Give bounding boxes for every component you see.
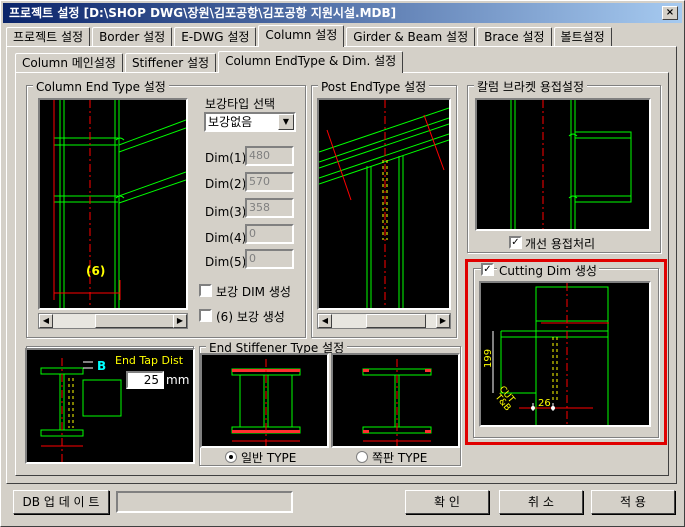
scroll-right-icon[interactable]: ▶	[173, 314, 187, 328]
weld-groove-label: 개선 용접처리	[525, 237, 596, 251]
reinforce-type-value: 보강없음	[208, 115, 253, 129]
stiffener-normal-radio[interactable]	[225, 451, 237, 463]
scroll-left-icon[interactable]: ◀	[318, 314, 332, 328]
main-tab-strip: 프로젝트 설정 Border 설정 E-DWG 설정 Column 설정 Gir…	[6, 25, 614, 47]
dim5-label: Dim(5)	[205, 255, 247, 269]
bracket-preview	[475, 98, 651, 231]
status-field	[116, 491, 293, 513]
scroll-thumb[interactable]	[95, 314, 175, 328]
apply-button[interactable]: 적 용	[591, 490, 675, 514]
reinforce-type-select[interactable]: 보강없음 ▼	[204, 112, 296, 132]
tab-bolt[interactable]: 볼트설정	[553, 27, 612, 47]
check-icon: ✓	[483, 264, 492, 275]
column-end-drawing: (6)	[53, 100, 186, 308]
stiffener-side-label: 쪽판 TYPE	[372, 451, 428, 465]
reinforce-6-checkbox[interactable]	[199, 309, 212, 322]
column-end-type-label: Column End Type 설정	[33, 78, 169, 95]
reinforce-dim-label: 보강 DIM 생성	[216, 285, 291, 299]
dim-26: 26	[538, 398, 551, 409]
marker-6: (6)	[86, 264, 105, 278]
tab-project[interactable]: 프로젝트 설정	[6, 27, 91, 47]
column-end-preview: (6)	[38, 98, 188, 310]
dim3-field[interactable]: 358	[245, 198, 294, 218]
dim1-label: Dim(1)	[205, 151, 247, 165]
tab-edwg[interactable]: E-DWG 설정	[174, 27, 257, 47]
cutting-dim-checkbox[interactable]: ✓	[481, 263, 494, 276]
end-tap-title: End Tap Dist	[115, 354, 184, 367]
db-update-button[interactable]: DB 업 데 이 트	[13, 490, 109, 514]
close-icon[interactable]: ×	[662, 6, 678, 20]
scroll-right-icon[interactable]: ▶	[436, 314, 450, 328]
stiffener-side-preview	[331, 353, 460, 448]
post-end-scrollbar[interactable]: ◀ ▶	[317, 313, 451, 329]
dim-199: 199	[483, 349, 494, 368]
chevron-down-icon[interactable]: ▼	[278, 114, 294, 130]
reinforce-type-label: 보강타입 선택	[205, 97, 276, 111]
dim2-label: Dim(2)	[205, 177, 247, 191]
stiffener-normal-preview	[200, 353, 329, 448]
stiffener-side-radio[interactable]	[356, 451, 368, 463]
dim1-field[interactable]: 480	[245, 146, 294, 166]
title-bar: 프로젝트 설정 [D:\SHOP DWG\장원\김포공항\김포공항 지원시설.M…	[3, 3, 682, 23]
tab-column-endtype[interactable]: Column EndType & Dim. 설정	[218, 51, 404, 73]
ok-button[interactable]: 확 인	[405, 490, 489, 514]
cutting-dim-drawing: 199 CUT T&B 26	[483, 283, 609, 425]
tab-border[interactable]: Border 설정	[92, 27, 173, 47]
reinforce-6-label: (6) 보강 생성	[216, 310, 285, 324]
dim3-label: Dim(3)	[205, 205, 247, 219]
reinforce-dim-checkbox[interactable]	[199, 284, 212, 297]
scroll-left-icon[interactable]: ◀	[39, 314, 53, 328]
tab-girder-beam[interactable]: Girder & Beam 설정	[346, 27, 476, 47]
dim2-field[interactable]: 570	[245, 172, 294, 192]
dim5-field[interactable]: 0	[245, 249, 294, 269]
bracket-weld-label: 칼럼 브라켓 용접설정	[474, 78, 587, 95]
dim4-field[interactable]: 0	[245, 224, 294, 244]
check-icon: ✓	[511, 237, 520, 248]
end-tap-input[interactable]: 25	[126, 371, 164, 389]
cutting-dim-preview: 199 CUT T&B 26	[479, 281, 651, 427]
cutting-dim-label: Cutting Dim 생성	[497, 262, 599, 279]
scroll-thumb[interactable]	[366, 314, 426, 328]
stiffener-normal-drawing	[231, 359, 301, 446]
post-end-drawing	[319, 100, 449, 308]
post-end-preview	[317, 98, 451, 310]
tab-column-main[interactable]: Column 메인설정	[15, 53, 123, 73]
stiffener-side-drawing	[362, 359, 432, 446]
dim4-label: Dim(4)	[205, 231, 247, 245]
tab-brace[interactable]: Brace 설정	[477, 27, 552, 47]
window-title: 프로젝트 설정 [D:\SHOP DWG\장원\김포공항\김포공항 지원시설.M…	[9, 6, 397, 20]
cancel-button[interactable]: 취 소	[499, 490, 583, 514]
settings-dialog: 프로젝트 설정 [D:\SHOP DWG\장원\김포공항\김포공항 지원시설.M…	[0, 0, 685, 527]
b-label: B	[97, 359, 106, 373]
tab-stiffener[interactable]: Stiffener 설정	[124, 53, 217, 73]
sub-tab-strip: Column 메인설정 Stiffener 설정 Column EndType …	[15, 51, 405, 73]
end-tap-unit: mm	[166, 373, 190, 387]
column-end-scrollbar[interactable]: ◀ ▶	[38, 313, 188, 329]
end-tap-preview: B End Tap Dist	[25, 348, 195, 464]
stiffener-normal-label: 일반 TYPE	[241, 451, 297, 465]
weld-groove-checkbox[interactable]: ✓	[509, 236, 522, 249]
tab-column[interactable]: Column 설정	[258, 25, 345, 47]
post-endtype-label: Post EndType 설정	[318, 78, 430, 95]
end-tap-drawing: B End Tap Dist	[40, 354, 184, 462]
bracket-drawing	[510, 100, 632, 229]
